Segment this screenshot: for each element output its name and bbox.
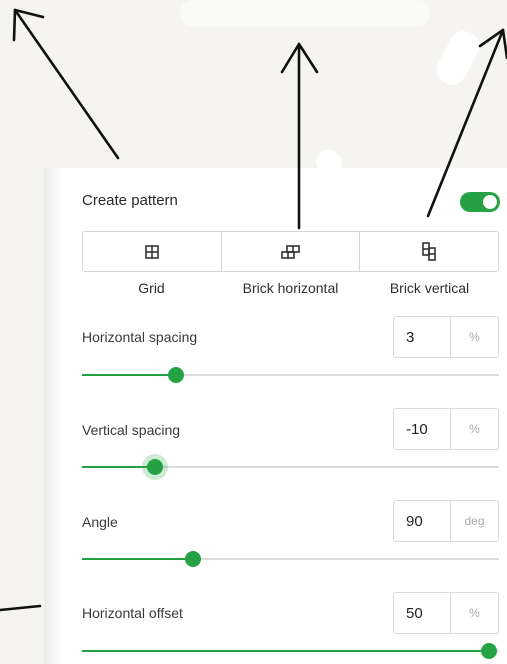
vertical-spacing-slider[interactable]: [82, 457, 499, 477]
horizontal-spacing-value[interactable]: 3: [394, 317, 451, 357]
angle-label: Angle: [82, 514, 118, 530]
vertical-spacing-label: Vertical spacing: [82, 422, 181, 438]
create-pattern-label: Create pattern: [82, 192, 178, 209]
toggle-knob: [483, 195, 497, 209]
layout-label-brick-vertical: Brick vertical: [389, 280, 470, 296]
annotation-line-left: [0, 604, 42, 612]
angle-unit: deg: [464, 514, 485, 528]
angle-slider[interactable]: [82, 549, 499, 569]
angle-input[interactable]: 90 deg: [393, 500, 499, 542]
create-pattern-toggle[interactable]: [460, 192, 500, 212]
horizontal-offset-value[interactable]: 50: [394, 593, 451, 633]
panel-edge-shadow: [44, 168, 64, 664]
layout-option-brick-horizontal[interactable]: [220, 232, 360, 271]
slider-fill: [82, 374, 176, 376]
layout-label-grid: Grid: [138, 280, 165, 296]
horizontal-offset-input[interactable]: 50 %: [393, 592, 499, 634]
vertical-spacing-input[interactable]: -10 %: [393, 408, 499, 450]
vertical-spacing-value[interactable]: -10: [394, 409, 451, 449]
horizontal-offset-label: Horizontal offset: [82, 605, 183, 621]
background-shape: [431, 26, 485, 90]
horizontal-spacing-input[interactable]: 3 %: [393, 316, 499, 358]
layout-option-labels: Grid Brick horizontal Brick vertical: [82, 280, 499, 296]
brick-vertical-icon: [422, 241, 436, 261]
slider-thumb[interactable]: [480, 643, 497, 659]
layout-option-grid[interactable]: [83, 232, 221, 271]
brick-horizontal-icon: [280, 244, 300, 259]
angle-value[interactable]: 90: [394, 501, 451, 541]
vertical-spacing-unit: %: [469, 422, 480, 436]
horizontal-offset-unit: %: [469, 606, 480, 620]
horizontal-spacing-unit: %: [469, 330, 480, 344]
layout-label-brick-horizontal: Brick horizontal: [242, 280, 339, 296]
horizontal-offset-slider[interactable]: [82, 641, 499, 661]
layout-option-brick-vertical[interactable]: [359, 232, 498, 271]
horizontal-spacing-slider[interactable]: [82, 365, 499, 385]
slider-thumb[interactable]: [184, 551, 201, 567]
slider-thumb[interactable]: [146, 459, 163, 475]
arrow-top-left: [12, 8, 120, 160]
grid-icon: [145, 244, 159, 259]
background-shape: [180, 0, 430, 26]
slider-fill: [82, 650, 489, 652]
slider-thumb[interactable]: [167, 367, 184, 383]
horizontal-spacing-label: Horizontal spacing: [82, 329, 198, 345]
pattern-layout-selector: [82, 231, 499, 272]
slider-fill: [82, 558, 193, 560]
slider-fill: [82, 466, 155, 468]
